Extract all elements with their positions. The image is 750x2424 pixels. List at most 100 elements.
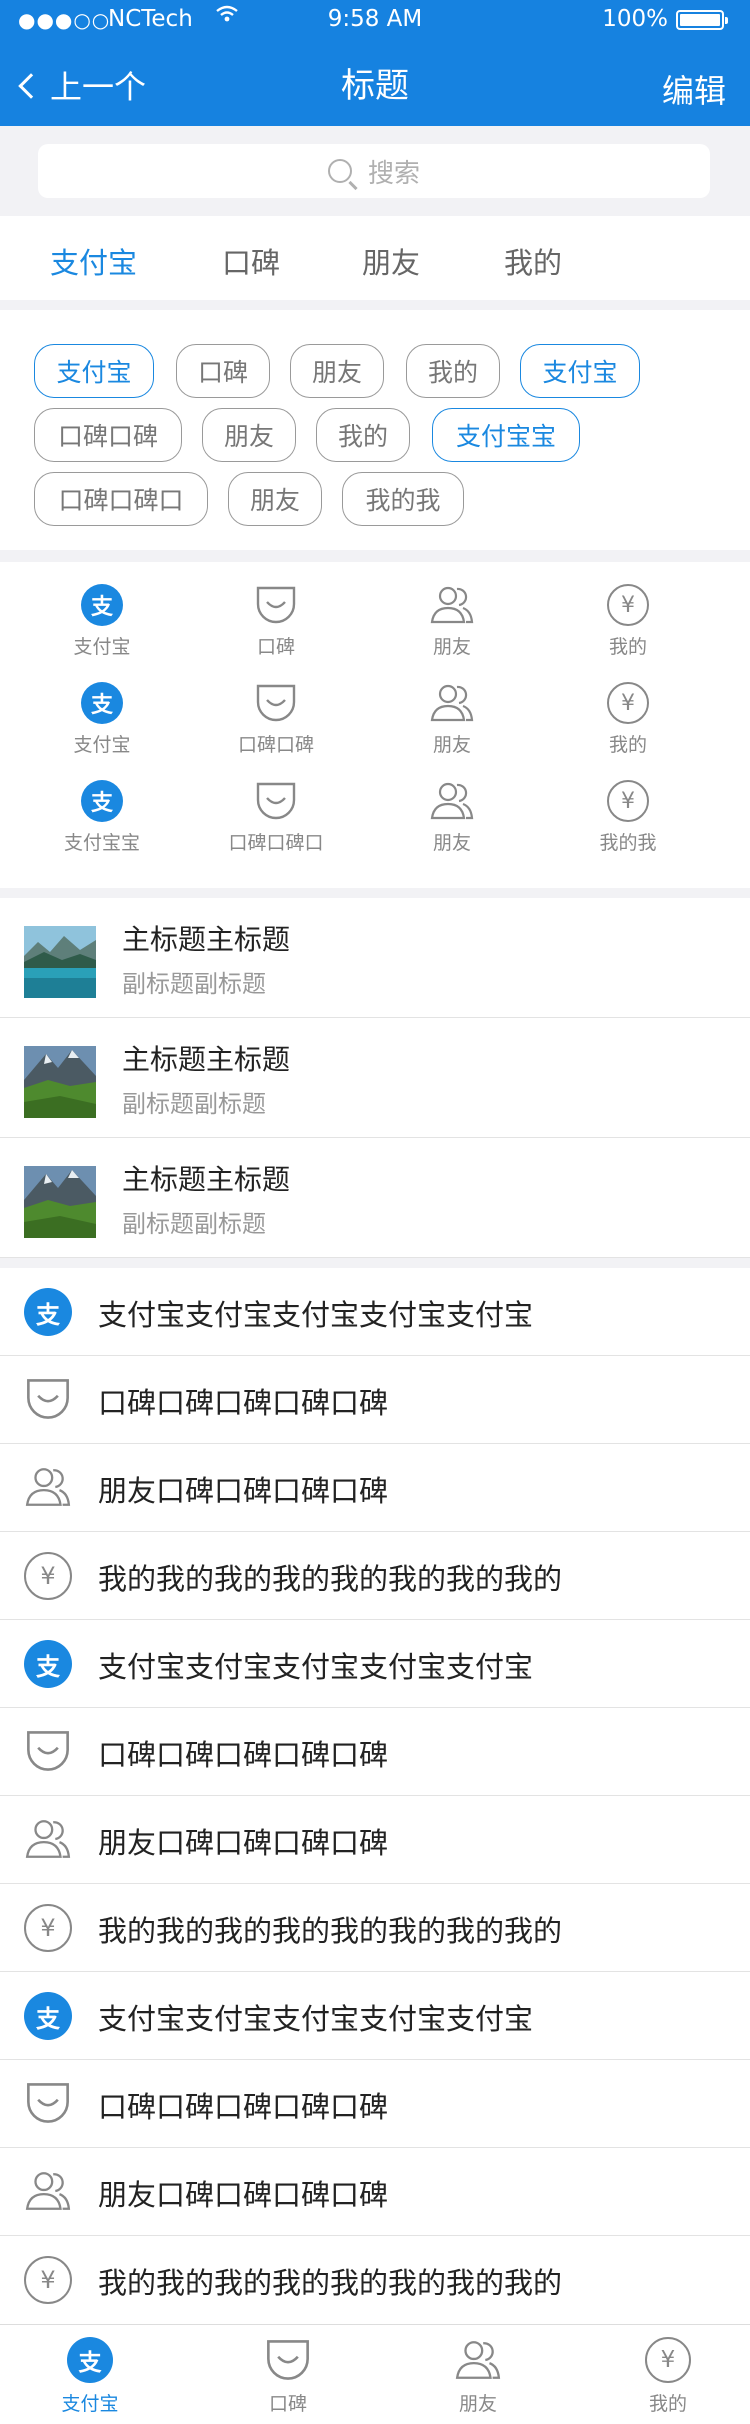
alipay-icon: 支 — [81, 780, 123, 822]
tabbar-label: 支付宝 — [61, 2393, 119, 2415]
tag-chip[interactable]: 我的 — [406, 344, 500, 398]
navigation-header: ●●●○○ NCTech 9:58 AM 100% 上一个 标题 编辑 — [0, 0, 750, 126]
list-item[interactable]: 朋友口碑口碑口碑口碑 — [0, 1796, 750, 1884]
yen-icon: ¥ — [24, 2256, 72, 2304]
media-subtitle: 副标题副标题 — [122, 1210, 266, 1238]
grid-item-label: 口碑 — [256, 636, 295, 658]
koubei-icon — [256, 586, 296, 624]
list-item[interactable]: 支 支付宝支付宝支付宝支付宝支付宝 — [0, 1268, 750, 1356]
alipay-icon: 支 — [24, 1640, 72, 1688]
grid-item-koubei[interactable]: 口碑口碑口 — [186, 780, 366, 855]
tag-chip[interactable]: 朋友 — [290, 344, 384, 398]
tabbar-label: 朋友 — [458, 2393, 497, 2415]
list-item[interactable]: 支 支付宝支付宝支付宝支付宝支付宝 — [0, 1972, 750, 2060]
list-item[interactable]: ¥ 我的我的我的我的我的我的我的我的 — [0, 2236, 750, 2324]
tag-chip[interactable]: 口碑 — [176, 344, 270, 398]
mountain-valley-thumbnail — [24, 1046, 96, 1118]
grid-item-label: 口碑口碑口 — [228, 832, 324, 854]
tabbar-item-friends[interactable]: 朋友 — [418, 2337, 538, 2416]
tag-chip[interactable]: 朋友 — [228, 472, 322, 526]
yen-icon: ¥ — [607, 682, 649, 724]
list-item-text: 朋友口碑口碑口碑口碑 — [98, 1474, 389, 1508]
grid-item-mine[interactable]: ¥ 我的 — [538, 584, 718, 659]
media-list: 主标题主标题 副标题副标题 主标题主标题 副标题副标题 主标题主标题 副标题副标… — [0, 898, 750, 1258]
grid-item-mine[interactable]: ¥ 我的我 — [538, 780, 718, 855]
list-item-text: 支付宝支付宝支付宝支付宝支付宝 — [98, 2002, 534, 2036]
media-list-item[interactable]: 主标题主标题 副标题副标题 — [0, 1018, 750, 1138]
tag-chip[interactable]: 我的我 — [342, 472, 464, 526]
grid-item-label: 口碑口碑 — [237, 734, 314, 756]
tag-chip[interactable]: 口碑口碑口 — [34, 472, 208, 526]
friends-icon — [25, 1820, 71, 1858]
lake-mountain-thumbnail — [24, 926, 96, 998]
tabbar-label: 口碑 — [268, 2393, 307, 2415]
grid-item-mine[interactable]: ¥ 我的 — [538, 682, 718, 757]
tab-koubei[interactable]: 口碑 — [222, 240, 280, 282]
edit-button[interactable]: 编辑 — [662, 66, 726, 112]
friends-icon — [455, 2341, 501, 2379]
grid-item-koubei[interactable]: 口碑 — [186, 584, 366, 659]
tag-chip[interactable]: 朋友 — [202, 408, 296, 462]
yen-icon: ¥ — [607, 780, 649, 822]
grid-item-alipay[interactable]: 支 支付宝 — [12, 682, 192, 757]
grid-item-label: 我的 — [608, 734, 647, 756]
tag-chip[interactable]: 我的 — [316, 408, 410, 462]
grid-item-koubei[interactable]: 口碑口碑 — [186, 682, 366, 757]
grid-item-label: 朋友 — [432, 636, 471, 658]
list-item-text: 支付宝支付宝支付宝支付宝支付宝 — [98, 1298, 534, 1332]
friends-icon — [25, 1468, 71, 1506]
tag-chip-group: 支付宝 口碑 朋友 我的 支付宝 口碑口碑 朋友 我的 支付宝宝 口碑口碑口 朋… — [0, 310, 750, 550]
koubei-icon — [27, 1731, 69, 1771]
media-list-item[interactable]: 主标题主标题 副标题副标题 — [0, 1138, 750, 1258]
friends-icon — [430, 684, 474, 722]
tabbar-item-koubei[interactable]: 口碑 — [228, 2337, 348, 2416]
koubei-icon — [267, 2340, 309, 2380]
list-item[interactable]: 朋友口碑口碑口碑口碑 — [0, 1444, 750, 1532]
tag-chip[interactable]: 支付宝 — [520, 344, 640, 398]
yen-icon: ¥ — [607, 584, 649, 626]
list-item[interactable]: 朋友口碑口碑口碑口碑 — [0, 2148, 750, 2236]
mountain-valley-thumbnail — [24, 1166, 96, 1238]
tag-chip[interactable]: 口碑口碑 — [34, 408, 182, 462]
list-item[interactable]: 口碑口碑口碑口碑口碑 — [0, 1356, 750, 1444]
list-item[interactable]: ¥ 我的我的我的我的我的我的我的我的 — [0, 1884, 750, 1972]
alipay-icon: 支 — [24, 1992, 72, 2040]
search-input[interactable]: 搜索 — [38, 144, 710, 198]
list-item[interactable]: 支 支付宝支付宝支付宝支付宝支付宝 — [0, 1620, 750, 1708]
grid-item-friends[interactable]: 朋友 — [362, 780, 542, 855]
yen-icon: ¥ — [645, 2337, 691, 2383]
yen-icon: ¥ — [24, 1552, 72, 1600]
media-subtitle: 副标题副标题 — [122, 970, 266, 998]
bottom-tab-bar: 支 支付宝 口碑 朋友 ¥ 我的 — [0, 2324, 750, 2424]
grid-item-friends[interactable]: 朋友 — [362, 682, 542, 757]
media-list-item[interactable]: 主标题主标题 副标题副标题 — [0, 898, 750, 1018]
list-item[interactable]: 口碑口碑口碑口碑口碑 — [0, 2060, 750, 2148]
battery-percentage: 100% — [602, 6, 668, 32]
grid-item-alipay[interactable]: 支 支付宝宝 — [12, 780, 192, 855]
friends-icon — [430, 586, 474, 624]
yen-icon: ¥ — [24, 1904, 72, 1952]
status-bar: ●●●○○ NCTech 9:58 AM 100% — [0, 0, 750, 40]
tab-mine[interactable]: 我的 — [504, 240, 562, 282]
list-item-text: 口碑口碑口碑口碑口碑 — [98, 1386, 389, 1420]
tab-friends[interactable]: 朋友 — [362, 240, 420, 282]
segment-tabs: 支付宝 口碑 朋友 我的 — [0, 216, 750, 300]
tab-alipay[interactable]: 支付宝 — [50, 240, 137, 282]
tag-chip[interactable]: 支付宝宝 — [432, 408, 580, 462]
tabbar-item-mine[interactable]: ¥ 我的 — [608, 2337, 728, 2416]
friends-icon — [25, 2172, 71, 2210]
list-item[interactable]: ¥ 我的我的我的我的我的我的我的我的 — [0, 1532, 750, 1620]
list-item[interactable]: 口碑口碑口碑口碑口碑 — [0, 1708, 750, 1796]
grid-item-label: 支付宝 — [73, 636, 131, 658]
grid-item-friends[interactable]: 朋友 — [362, 584, 542, 659]
media-title: 主标题主标题 — [122, 1043, 291, 1076]
tabbar-item-alipay[interactable]: 支 支付宝 — [30, 2337, 150, 2416]
koubei-icon — [27, 1379, 69, 1419]
tabbar-label: 我的 — [648, 2393, 687, 2415]
grid-item-label: 我的 — [608, 636, 647, 658]
koubei-icon — [256, 684, 296, 722]
koubei-icon — [256, 782, 296, 820]
tag-chip[interactable]: 支付宝 — [34, 344, 154, 398]
search-bar-container: 搜索 — [0, 126, 750, 216]
grid-item-alipay[interactable]: 支 支付宝 — [12, 584, 192, 659]
